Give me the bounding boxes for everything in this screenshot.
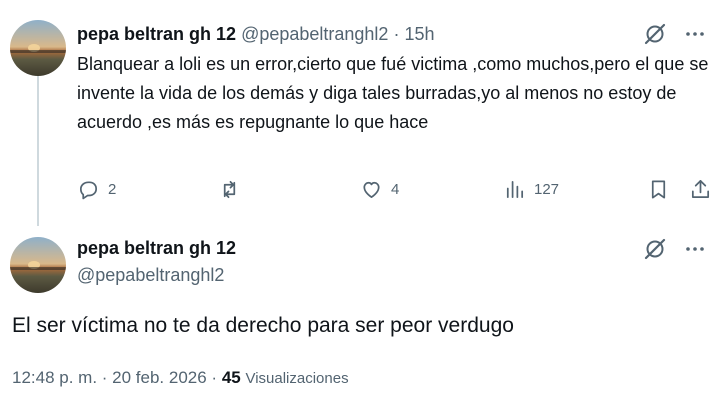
repost-button[interactable]	[218, 178, 249, 201]
reply-button[interactable]: 2	[77, 178, 116, 201]
tweet-time[interactable]: 15h	[404, 24, 434, 44]
tweet-action-bar: 2 4 127	[77, 176, 717, 206]
like-count: 4	[391, 181, 400, 198]
reply-count: 2	[108, 181, 117, 198]
author-handle[interactable]: @pepabeltranghl2	[241, 24, 388, 44]
share-icon	[691, 180, 710, 199]
grok-icon[interactable]	[643, 22, 667, 51]
main-tweet[interactable]: pepa beltran gh 12 @pepabeltranghl2 El s…	[0, 222, 723, 406]
avatar[interactable]	[10, 20, 66, 76]
tweet-metadata: 12:48 p. m. · 20 feb. 2026 · 45 Visualiz…	[12, 368, 349, 388]
tweet-text: Blanquear a loli es un error,cierto que …	[77, 54, 709, 132]
author-name[interactable]: pepa beltran gh 12	[77, 24, 236, 44]
repost-icon	[223, 180, 236, 199]
views-label: Visualizaciones	[245, 370, 349, 387]
bookmark-icon	[651, 180, 666, 199]
views-count: 127	[534, 181, 560, 198]
like-icon	[363, 181, 380, 199]
views-button[interactable]: 127	[503, 178, 559, 201]
tweet-timestamp[interactable]: 12:48 p. m. · 20 feb. 2026 ·	[12, 368, 217, 387]
author-handle[interactable]: @pepabeltranghl2	[77, 265, 224, 286]
grok-icon[interactable]	[643, 237, 667, 266]
separator-dot: ·	[393, 24, 400, 44]
more-options-icon[interactable]	[683, 22, 707, 51]
view-count: 45	[221, 368, 241, 387]
like-button[interactable]: 4	[360, 178, 399, 201]
avatar[interactable]	[10, 237, 66, 293]
share-button[interactable]	[689, 178, 712, 201]
tweet-header: pepa beltran gh 12 @pepabeltranghl2 · 15…	[77, 24, 435, 45]
reply-icon	[79, 181, 98, 200]
views-icon	[506, 180, 524, 199]
more-options-icon[interactable]	[683, 237, 707, 266]
tweet-top-actions	[643, 237, 707, 266]
bookmark-button[interactable]	[647, 178, 670, 201]
tweet-top-actions	[643, 22, 707, 51]
reply-tweet[interactable]: pepa beltran gh 12 @pepabeltranghl2 · 15…	[0, 0, 723, 222]
author-name[interactable]: pepa beltran gh 12	[77, 238, 236, 259]
tweet-text: El ser víctima no te da derecho para ser…	[12, 314, 514, 337]
